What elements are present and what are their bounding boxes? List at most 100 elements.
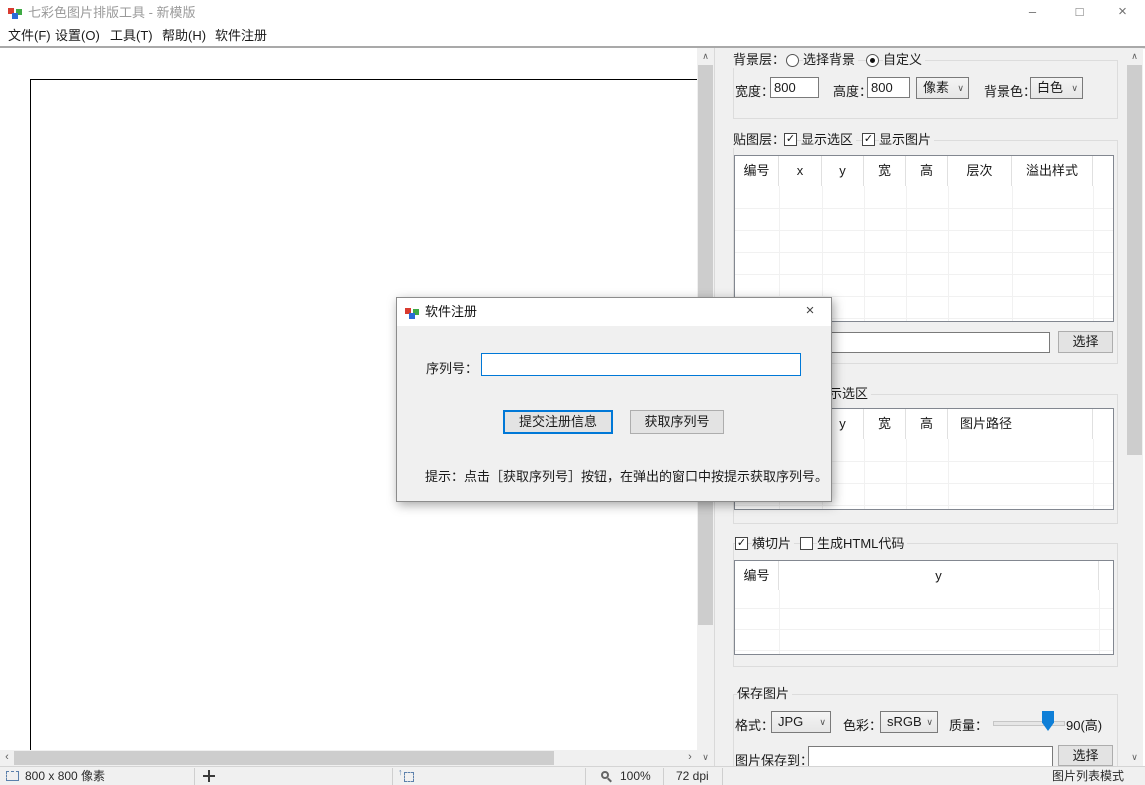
menu-register[interactable]: 软件注册 <box>215 25 267 46</box>
color-value: sRGB <box>887 712 922 732</box>
radio-select-background-label[interactable]: 选择背景 <box>803 52 858 68</box>
format-label: 格式： <box>735 715 774 734</box>
menu-settings[interactable]: 设置(O) <box>55 25 100 46</box>
col-layer[interactable]: 层次 <box>948 156 1012 186</box>
close-button[interactable]: × <box>1100 0 1145 25</box>
dialog-icon <box>405 305 420 320</box>
slice-table[interactable]: 编号 y <box>734 560 1114 655</box>
show-selection-checkbox[interactable]: ✓ <box>784 133 797 146</box>
col-path[interactable]: 图片路径 <box>948 409 1093 439</box>
show-selection-label[interactable]: 显示选区 <box>801 132 856 148</box>
scroll-right-icon[interactable]: › <box>683 750 697 766</box>
table-header-row: 编号 x y 宽 高 层次 溢出样式 <box>735 156 1113 186</box>
arrow-up-icon: ↑ <box>398 767 403 777</box>
dpi-text: 72 dpi <box>676 767 709 785</box>
status-divider <box>722 768 723 785</box>
chevron-down-icon: ∨ <box>1071 78 1078 98</box>
col-width[interactable]: 宽 <box>864 409 906 439</box>
width-label: 宽度： <box>735 81 774 100</box>
register-dialog: 软件注册 × 序列号： 提交注册信息 获取序列号 提示：点击［获取序列号］按钮，… <box>396 297 832 502</box>
bgcolor-label: 背景色： <box>984 81 1036 100</box>
transform-icon <box>404 772 414 782</box>
serial-label: 序列号： <box>426 358 478 377</box>
scroll-down-icon[interactable]: ∨ <box>697 749 714 766</box>
menu-tools[interactable]: 工具(T) <box>110 25 153 46</box>
dialog-title-bar: 软件注册 × <box>397 298 831 326</box>
title-bar: 七彩色图片排版工具 - 新模版 – □ × <box>0 0 1145 25</box>
color-select[interactable]: sRGB ∨ <box>880 711 938 733</box>
color-label: 色彩： <box>843 715 882 734</box>
col-height[interactable]: 高 <box>906 156 948 186</box>
gen-html-checkbox[interactable] <box>800 537 813 550</box>
dialog-title: 软件注册 <box>425 298 477 326</box>
gen-html-label[interactable]: 生成HTML代码 <box>817 536 907 552</box>
format-select[interactable]: JPG ∨ <box>771 711 831 733</box>
col-id[interactable]: 编号 <box>735 561 779 590</box>
menu-help[interactable]: 帮助(H) <box>162 25 206 46</box>
col-width[interactable]: 宽 <box>864 156 906 186</box>
radio-custom[interactable] <box>866 54 879 67</box>
save-to-input[interactable] <box>808 746 1053 767</box>
table-header-row: 编号 y <box>735 561 1113 590</box>
show-image-checkbox[interactable]: ✓ <box>862 133 875 146</box>
scroll-left-icon[interactable]: ‹ <box>0 750 14 766</box>
show-image-label[interactable]: 显示图片 <box>879 132 934 148</box>
format-value: JPG <box>778 712 803 732</box>
bg-layer-title: 背景层： <box>733 52 788 68</box>
minimize-button[interactable]: – <box>1010 0 1055 25</box>
quality-slider-track[interactable] <box>993 721 1065 726</box>
move-icon <box>203 770 215 782</box>
col-x[interactable]: x <box>779 156 822 186</box>
choose-save-path-button[interactable]: 选择 <box>1058 745 1113 766</box>
get-serial-button[interactable]: 获取序列号 <box>630 410 724 434</box>
submit-register-button[interactable]: 提交注册信息 <box>503 410 613 434</box>
quality-label: 质量： <box>949 715 988 734</box>
window-title: 七彩色图片排版工具 - 新模版 <box>28 0 196 25</box>
height-input[interactable]: 800 <box>867 77 910 98</box>
zoom-level: 100% <box>620 767 651 785</box>
bgcolor-value: 白色 <box>1037 78 1063 98</box>
status-divider <box>194 768 195 785</box>
status-divider <box>585 768 586 785</box>
slice-label[interactable]: 横切片 <box>752 536 794 552</box>
serial-input[interactable] <box>481 353 801 376</box>
chevron-down-icon: ∨ <box>819 712 826 732</box>
col-height[interactable]: 高 <box>906 409 948 439</box>
panel-vscroll-thumb[interactable] <box>1127 65 1142 455</box>
col-filler <box>1099 561 1113 590</box>
unit-value: 像素 <box>923 78 949 98</box>
menu-bar: 文件(F) 设置(O) 工具(T) 帮助(H) 软件注册 <box>0 25 1145 46</box>
scroll-up-icon[interactable]: ∧ <box>697 48 714 65</box>
bgcolor-select[interactable]: 白色 ∨ <box>1030 77 1083 99</box>
maximize-button[interactable]: □ <box>1057 0 1102 25</box>
radio-custom-label[interactable]: 自定义 <box>883 52 925 68</box>
app-window: 七彩色图片排版工具 - 新模版 – □ × 文件(F) 设置(O) 工具(T) … <box>0 0 1145 785</box>
col-overflow[interactable]: 溢出样式 <box>1012 156 1093 186</box>
scroll-down-icon[interactable]: ∨ <box>1126 749 1143 766</box>
col-y[interactable]: y <box>779 561 1099 590</box>
chevron-down-icon: ∨ <box>957 78 964 98</box>
canvas-hscrollbar[interactable]: ‹ › <box>0 750 697 766</box>
col-filler <box>1093 156 1113 186</box>
col-id[interactable]: 编号 <box>735 156 779 186</box>
app-icon <box>8 5 23 20</box>
status-bar: 800 x 800 像素 ↑ 100% 72 dpi 图片列表模式 <box>0 766 1145 785</box>
canvas-size-text: 800 x 800 像素 <box>25 767 105 785</box>
view-mode-text: 图片列表模式 <box>1052 767 1124 785</box>
width-input[interactable]: 800 <box>770 77 819 98</box>
slice-checkbox[interactable]: ✓ <box>735 537 748 550</box>
status-divider <box>392 768 393 785</box>
hscroll-thumb[interactable] <box>14 751 554 765</box>
menu-file[interactable]: 文件(F) <box>8 25 51 46</box>
panel-vscrollbar[interactable]: ∧ ∨ <box>1126 48 1143 766</box>
dialog-close-icon[interactable]: × <box>789 298 831 326</box>
unit-select[interactable]: 像素 ∨ <box>916 77 969 99</box>
scroll-up-icon[interactable]: ∧ <box>1126 48 1143 65</box>
canvas-size-icon <box>6 771 19 781</box>
dialog-tip: 提示：点击［获取序列号］按钮，在弹出的窗口中按提示获取序列号。 <box>425 466 828 485</box>
save-group-title: 保存图片 <box>737 686 792 702</box>
chevron-down-icon: ∨ <box>926 712 933 732</box>
radio-select-background[interactable] <box>786 54 799 67</box>
choose-image-button[interactable]: 选择 <box>1058 331 1113 353</box>
col-y[interactable]: y <box>822 156 864 186</box>
